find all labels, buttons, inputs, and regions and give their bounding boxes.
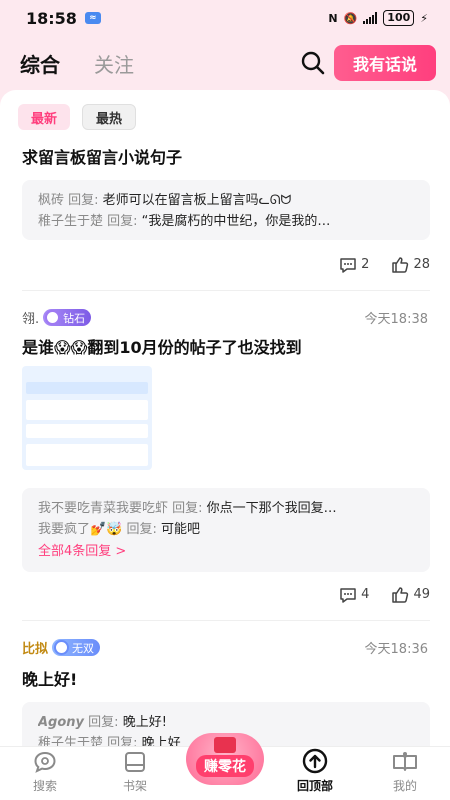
reply-preview[interactable]: 我不要吃青菜我要吃虾 回复: 你点一下那个我回复… 我要疯了💅🤯 回复: 可能吧… (22, 488, 430, 572)
mute-icon: 🔕 (343, 11, 358, 25)
comment-count[interactable]: 2 (339, 256, 369, 273)
like-count[interactable]: 49 (391, 586, 430, 603)
feed-panel: 最新 最热 求留言板留言小说句子 枫砖 回复: 老师可以在留言板上留言吗ᓚᘏᗢ … (0, 90, 450, 746)
back-to-top-icon (302, 748, 328, 774)
reply-line: 我不要吃青菜我要吃虾 回复: 你点一下那个我回复… (38, 501, 337, 516)
reply-line: 我要疯了💅🤯 回复: 可能吧 (38, 522, 201, 537)
profile-book-icon (393, 752, 417, 771)
nav-profile[interactable]: 我的 (360, 747, 450, 800)
nav-earn[interactable]: 赚零花 (180, 733, 270, 800)
nav-bookshelf[interactable]: 书架 (90, 747, 180, 800)
like-count[interactable]: 28 (391, 256, 430, 273)
comment-count[interactable]: 4 (339, 586, 369, 603)
tab-overview[interactable]: 综合 (20, 49, 60, 78)
post-title[interactable]: 晚上好! (22, 666, 77, 690)
post-author[interactable]: 比拟 无双 (22, 638, 101, 657)
bottom-nav: 搜索 书架 赚零花 回顶部 我的 (0, 733, 450, 800)
comment-icon (340, 257, 356, 273)
avatar-icon (54, 640, 70, 655)
post-image-thumbnail[interactable] (22, 366, 152, 470)
sort-latest-chip[interactable]: 最新 (18, 104, 71, 130)
level-badge: 无双 (52, 639, 101, 656)
battery-indicator: 100 (383, 10, 415, 26)
top-nav: 综合 关注 我有话说 (0, 38, 450, 88)
sort-hottest-chip[interactable]: 最热 (82, 104, 137, 130)
bookshelf-icon (125, 752, 145, 772)
gift-icon (214, 737, 236, 753)
tab-following[interactable]: 关注 (94, 49, 134, 78)
chat-search-icon (34, 751, 56, 773)
divider (22, 620, 430, 621)
notification-icon: ≈ (84, 12, 101, 24)
post-time: 今天18:38 (364, 312, 428, 327)
thumbs-up-icon (392, 257, 409, 273)
status-time: 18:58 (26, 8, 77, 28)
thumbs-up-icon (392, 587, 409, 603)
nav-back-to-top[interactable]: 回顶部 (270, 747, 360, 800)
author-name: 比拟 (22, 642, 49, 657)
reply-preview[interactable]: 枫砖 回复: 老师可以在留言板上留言吗ᓚᘏᗢ 稚子生于楚 回复: “我是腐朽的中… (22, 180, 430, 240)
nav-search[interactable]: 搜索 (0, 747, 90, 800)
nfc-icon: N (328, 11, 338, 25)
level-badge: 钻石 (43, 309, 92, 326)
reply-line: Agony 回复: 晚上好! (38, 715, 167, 730)
search-icon[interactable] (300, 50, 326, 76)
status-bar: 18:58 ≈ N 🔕 100 ⚡ (0, 0, 450, 36)
author-name: 翎. (22, 312, 40, 327)
divider (22, 290, 430, 291)
post-stats: 4 49 (339, 586, 430, 603)
post-stats: 2 28 (339, 256, 430, 273)
reply-line: 稚子生于楚 回复: “我是腐朽的中世纪，你是我的… (38, 214, 331, 229)
earn-pocket-money-button[interactable]: 赚零花 (186, 733, 264, 785)
signal-icon (363, 12, 378, 24)
post-time: 今天18:36 (364, 642, 428, 657)
sort-options: 最新 最热 (18, 104, 137, 130)
comment-icon (340, 587, 356, 603)
post-title[interactable]: 是谁😱😱翻到10月份的帖子了也没找到 (22, 334, 302, 358)
post-author[interactable]: 翎. 钻石 (22, 308, 92, 327)
reply-line: 枫砖 回复: 老师可以在留言板上留言吗ᓚᘏᗢ (38, 193, 292, 208)
avatar-icon (45, 310, 61, 325)
charging-icon: ⚡ (420, 11, 428, 25)
view-all-replies-link[interactable]: 全部4条回复 > (38, 540, 414, 564)
post-speak-button[interactable]: 我有话说 (334, 45, 436, 81)
post-title[interactable]: 求留言板留言小说句子 (22, 144, 182, 168)
